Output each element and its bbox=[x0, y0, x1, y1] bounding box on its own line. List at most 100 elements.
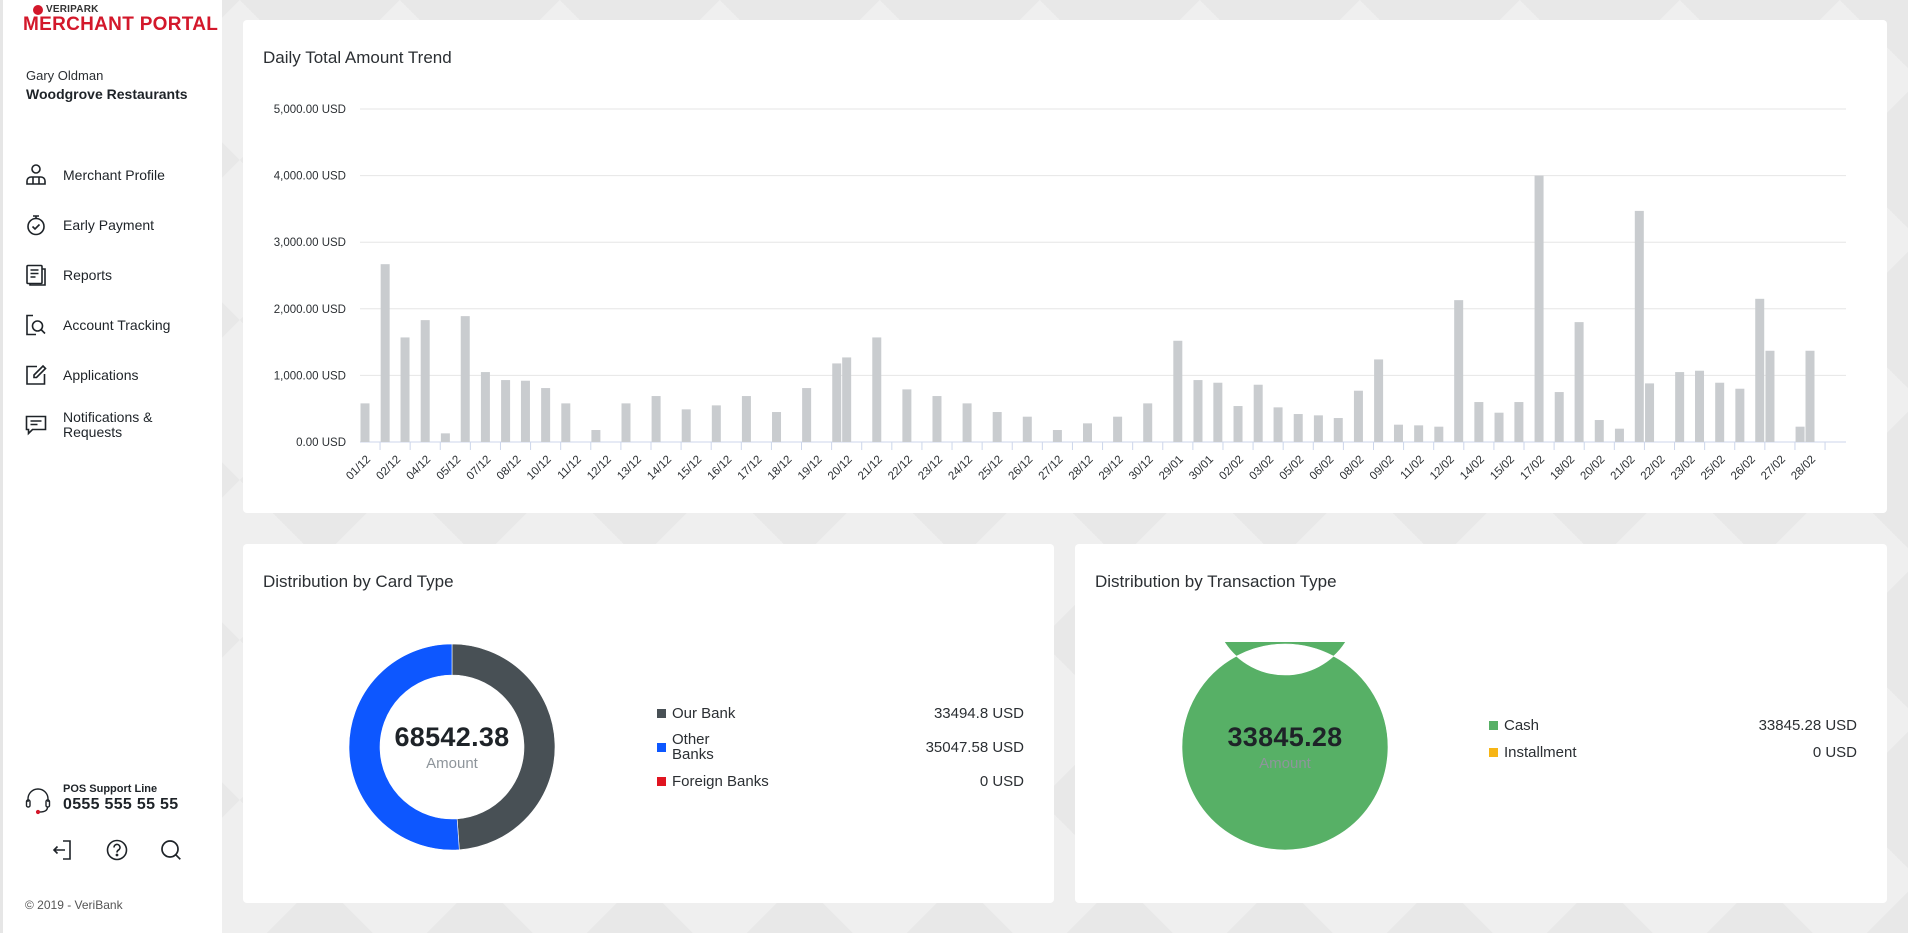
bar[interactable] bbox=[1143, 403, 1153, 442]
logout-button[interactable] bbox=[51, 838, 75, 862]
bar[interactable] bbox=[832, 363, 842, 442]
headset-icon bbox=[25, 787, 51, 815]
bar[interactable] bbox=[541, 388, 551, 442]
bar[interactable] bbox=[932, 396, 942, 442]
bar[interactable] bbox=[1534, 175, 1544, 442]
bar[interactable] bbox=[681, 409, 691, 442]
bar[interactable] bbox=[992, 412, 1002, 442]
bar[interactable] bbox=[1213, 382, 1223, 442]
legend-item-our-bank[interactable]: Our Bank 33494.8 USD bbox=[657, 696, 1024, 730]
bar[interactable] bbox=[1795, 426, 1805, 442]
bar[interactable] bbox=[1113, 416, 1123, 442]
bar[interactable] bbox=[1173, 340, 1183, 442]
bar[interactable] bbox=[1293, 414, 1303, 442]
bar[interactable] bbox=[1253, 384, 1263, 442]
bar[interactable] bbox=[1805, 350, 1815, 442]
bar[interactable] bbox=[420, 320, 430, 442]
bar[interactable] bbox=[1454, 300, 1464, 442]
bar[interactable] bbox=[1052, 430, 1062, 442]
bar[interactable] bbox=[591, 430, 601, 442]
support-phone[interactable]: 0555 555 55 55 bbox=[63, 796, 178, 814]
x-tick-label: 29/12 bbox=[1097, 454, 1126, 483]
bar[interactable] bbox=[1614, 428, 1624, 442]
legend-swatch bbox=[1489, 748, 1498, 757]
bar[interactable] bbox=[1715, 382, 1725, 442]
bar[interactable] bbox=[1353, 390, 1363, 442]
bar[interactable] bbox=[1735, 388, 1745, 442]
help-button[interactable] bbox=[105, 838, 129, 862]
sidebar-item-account-tracking[interactable]: Account Tracking bbox=[23, 300, 218, 350]
legend-item-other-banks[interactable]: Other Banks 35047.58 USD bbox=[657, 730, 1024, 764]
bar[interactable] bbox=[440, 433, 450, 442]
sidebar-item-early-payment[interactable]: Early Payment bbox=[23, 200, 218, 250]
bar[interactable] bbox=[772, 412, 782, 442]
bar[interactable] bbox=[1645, 383, 1655, 442]
bar[interactable] bbox=[1554, 392, 1564, 442]
bar[interactable] bbox=[1313, 415, 1323, 442]
bar[interactable] bbox=[1414, 425, 1424, 442]
bar[interactable] bbox=[400, 337, 410, 442]
bar[interactable] bbox=[1374, 359, 1384, 442]
bar[interactable] bbox=[1494, 412, 1504, 442]
y-tick-label: 1,000.00 USD bbox=[274, 370, 346, 382]
merchant-name: Woodgrove Restaurants bbox=[26, 86, 188, 102]
legend-item-installment[interactable]: Installment 0 USD bbox=[1489, 739, 1857, 766]
bar[interactable] bbox=[842, 357, 852, 442]
bar[interactable] bbox=[1634, 210, 1644, 442]
bar[interactable] bbox=[460, 316, 470, 442]
sidebar-item-merchant-profile[interactable]: Merchant Profile bbox=[23, 150, 218, 200]
bar[interactable] bbox=[1083, 423, 1092, 442]
bar[interactable] bbox=[651, 396, 661, 442]
bar[interactable] bbox=[741, 396, 751, 442]
legend-label: Foreign Banks bbox=[672, 772, 769, 790]
bar[interactable] bbox=[872, 337, 882, 442]
bar[interactable] bbox=[1193, 380, 1203, 442]
bar[interactable] bbox=[902, 389, 912, 442]
bar[interactable] bbox=[380, 264, 390, 442]
bar[interactable] bbox=[1393, 424, 1403, 442]
x-tick-label: 20/12 bbox=[826, 454, 855, 483]
bar[interactable] bbox=[1333, 418, 1343, 442]
bar[interactable] bbox=[1434, 426, 1444, 442]
sidebar-item-notifications[interactable]: Notifications & Requests bbox=[23, 400, 218, 450]
bar[interactable] bbox=[480, 372, 490, 442]
sidebar-item-applications[interactable]: Applications bbox=[23, 350, 218, 400]
bar[interactable] bbox=[1695, 370, 1705, 442]
x-tick-label: 21/02 bbox=[1609, 454, 1638, 483]
search-button[interactable] bbox=[159, 838, 183, 862]
sidebar-item-reports[interactable]: Reports bbox=[23, 250, 218, 300]
x-tick-label: 06/02 bbox=[1308, 454, 1337, 483]
bar[interactable] bbox=[1514, 402, 1524, 442]
bar[interactable] bbox=[1273, 407, 1283, 442]
bar[interactable] bbox=[1022, 416, 1032, 442]
bar[interactable] bbox=[1765, 350, 1775, 442]
bar[interactable] bbox=[360, 403, 370, 442]
bar[interactable] bbox=[1233, 406, 1243, 442]
support-label: POS Support Line bbox=[63, 783, 158, 795]
bar[interactable] bbox=[1675, 372, 1685, 442]
bar[interactable] bbox=[1755, 298, 1765, 442]
y-tick-label: 0.00 USD bbox=[296, 437, 346, 449]
x-tick-label: 25/02 bbox=[1699, 454, 1728, 483]
x-tick-label: 09/02 bbox=[1368, 454, 1397, 483]
legend-item-foreign-banks[interactable]: Foreign Banks 0 USD bbox=[657, 764, 1024, 798]
bar[interactable] bbox=[1474, 402, 1484, 442]
bar[interactable] bbox=[962, 403, 972, 442]
bar[interactable] bbox=[561, 403, 571, 442]
bar[interactable] bbox=[802, 388, 812, 442]
sidebar-item-label: Early Payment bbox=[63, 216, 155, 233]
x-tick-label: 28/12 bbox=[1067, 454, 1096, 483]
transaction-type-total-label: Amount bbox=[1259, 755, 1311, 772]
x-tick-label: 02/12 bbox=[374, 454, 403, 483]
bar[interactable] bbox=[501, 380, 511, 442]
legend-value: 33845.28 USD bbox=[1758, 717, 1857, 734]
user-info: Gary Oldman Woodgrove Restaurants bbox=[26, 68, 188, 102]
help-icon bbox=[106, 839, 128, 861]
legend-item-cash[interactable]: Cash 33845.28 USD bbox=[1489, 712, 1857, 739]
bar[interactable] bbox=[711, 405, 721, 442]
bar[interactable] bbox=[1574, 322, 1584, 442]
bar[interactable] bbox=[621, 403, 631, 442]
brand-logo[interactable]: VERIPARK MERCHANT PORTAL bbox=[23, 4, 218, 36]
bar[interactable] bbox=[520, 380, 530, 442]
bar[interactable] bbox=[1594, 420, 1604, 442]
